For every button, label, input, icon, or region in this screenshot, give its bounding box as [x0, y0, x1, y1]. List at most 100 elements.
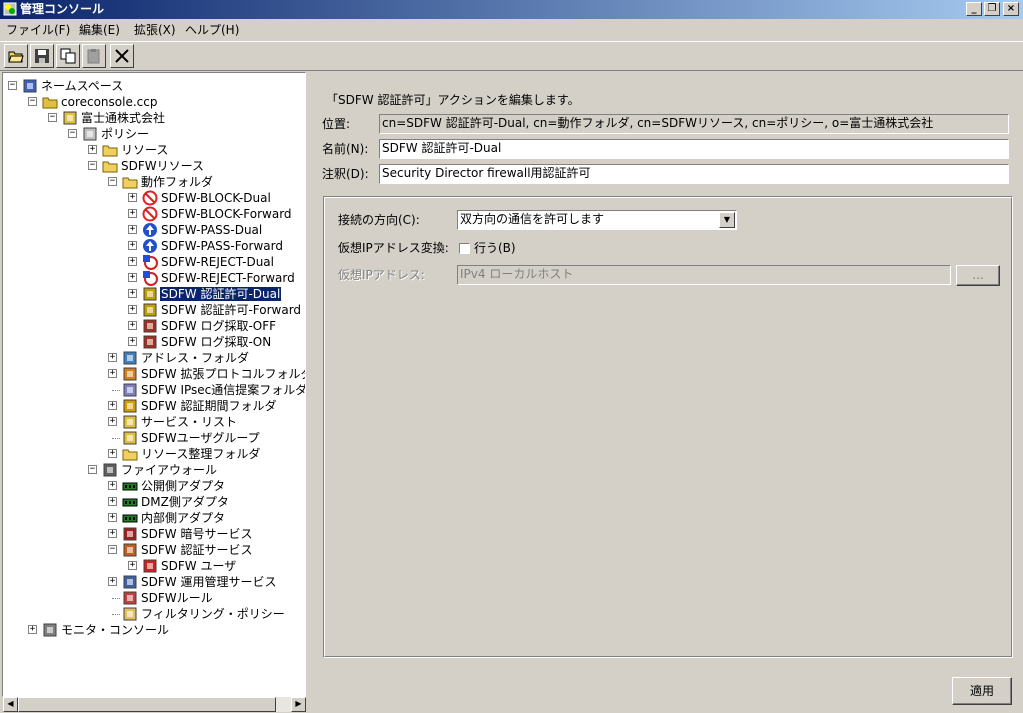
tree-node-label[interactable]: coreconsole.ccp: [60, 95, 158, 109]
tree-node-label[interactable]: SDFW 認証許可-Dual: [158, 286, 283, 302]
tree-node[interactable]: + SDFW ログ採取-ON: [3, 334, 303, 350]
tree-node-label[interactable]: リソース整理フォルダ: [140, 447, 261, 461]
expand-toggle-icon[interactable]: +: [128, 305, 137, 314]
tree-node[interactable]: + SDFW-BLOCK-Forward: [3, 206, 303, 222]
collapse-toggle-icon[interactable]: −: [88, 465, 97, 474]
tree-node[interactable]: SDFW IPsec通信提案フォルダ: [3, 382, 305, 398]
tree-node-label[interactable]: モニタ・コンソール: [60, 623, 170, 637]
tree-node-label[interactable]: リソース: [120, 143, 169, 157]
menu-help[interactable]: ヘルプ(H): [182, 22, 242, 38]
tree-node-label[interactable]: SDFWルール: [140, 591, 214, 605]
tree-node-label[interactable]: 富士通株式会社: [80, 111, 166, 125]
expand-toggle-icon[interactable]: +: [28, 625, 37, 634]
vip-conversion-checkbox[interactable]: [459, 243, 470, 254]
copy-button[interactable]: [56, 44, 80, 68]
expand-toggle-icon[interactable]: +: [108, 353, 117, 362]
name-input[interactable]: SDFW 認証許可-Dual: [379, 139, 1009, 159]
expand-toggle-icon[interactable]: +: [128, 257, 137, 266]
tree-node[interactable]: + SDFW 運用管理サービス: [3, 574, 303, 590]
save-button[interactable]: [30, 44, 54, 68]
paste-button[interactable]: [82, 44, 106, 68]
tree-node[interactable]: − SDFW 認証サービス: [3, 542, 303, 558]
restore-button[interactable]: ❐: [984, 2, 1000, 16]
tree-node-label[interactable]: SDFWリソース: [120, 159, 205, 173]
tree-node-label[interactable]: SDFW ログ採取-ON: [160, 335, 272, 349]
tree-node-label[interactable]: 公開側アダプタ: [140, 479, 226, 493]
expand-toggle-icon[interactable]: +: [128, 289, 137, 298]
close-button[interactable]: ×: [1003, 2, 1019, 16]
tree-node[interactable]: − 富士通株式会社: [3, 110, 303, 126]
tree-node[interactable]: + モニタ・コンソール: [3, 622, 303, 638]
tree-node-label[interactable]: SDFWユーザグループ: [140, 431, 261, 445]
expand-toggle-icon[interactable]: +: [108, 369, 117, 378]
open-button[interactable]: [4, 44, 28, 68]
tree-node[interactable]: + SDFW 拡張プロトコルフォルダ: [3, 366, 305, 382]
collapse-toggle-icon[interactable]: −: [88, 161, 97, 170]
tree-node-label[interactable]: SDFW-PASS-Forward: [160, 239, 284, 253]
tree-node[interactable]: + DMZ側アダプタ: [3, 494, 303, 510]
collapse-toggle-icon[interactable]: −: [108, 177, 117, 186]
tree-node-label[interactable]: SDFW 認証許可-Forward: [160, 303, 302, 317]
tree-node-label[interactable]: SDFW-BLOCK-Dual: [160, 191, 272, 205]
expand-toggle-icon[interactable]: +: [108, 577, 117, 586]
tree-horizontal-scrollbar[interactable]: ◀ ▶: [3, 697, 306, 712]
tree-node-label[interactable]: サービス・リスト: [140, 415, 238, 429]
apply-button[interactable]: 適用: [952, 677, 1012, 705]
minimize-button[interactable]: _: [966, 2, 982, 16]
expand-toggle-icon[interactable]: +: [128, 337, 137, 346]
expand-toggle-icon[interactable]: +: [128, 225, 137, 234]
tree-node-label[interactable]: SDFW IPsec通信提案フォルダ: [140, 383, 305, 397]
expand-toggle-icon[interactable]: +: [108, 529, 117, 538]
namespace-tree[interactable]: − ネームスペース − coreconsole.ccp − 富士通株式会社 − ポリシー + リソ…: [2, 72, 306, 697]
expand-toggle-icon[interactable]: +: [128, 273, 137, 282]
collapse-toggle-icon[interactable]: −: [28, 97, 37, 106]
direction-select[interactable]: 双方向の通信を許可します: [457, 210, 737, 230]
collapse-toggle-icon[interactable]: −: [68, 129, 77, 138]
tree-node[interactable]: − ファイアウォール: [3, 462, 303, 478]
expand-toggle-icon[interactable]: +: [128, 321, 137, 330]
collapse-toggle-icon[interactable]: −: [8, 81, 17, 90]
tree-node-label[interactable]: 内部側アダプタ: [140, 511, 226, 525]
chevron-down-icon[interactable]: ▼: [719, 212, 735, 228]
note-input[interactable]: Security Director firewall用認証許可: [379, 164, 1009, 184]
expand-toggle-icon[interactable]: +: [108, 497, 117, 506]
tree-node[interactable]: + SDFW 暗号サービス: [3, 526, 303, 542]
tree-node[interactable]: + アドレス・フォルダ: [3, 350, 303, 366]
tree-node-label[interactable]: SDFW 運用管理サービス: [140, 575, 277, 589]
tree-node[interactable]: フィルタリング・ポリシー: [3, 606, 303, 622]
tree-node-label[interactable]: DMZ側アダプタ: [140, 495, 230, 509]
tree-node-label[interactable]: アドレス・フォルダ: [140, 351, 250, 365]
expand-toggle-icon[interactable]: +: [108, 401, 117, 410]
tree-node[interactable]: − 動作フォルダ: [3, 174, 303, 190]
tree-node-label[interactable]: SDFW 拡張プロトコルフォルダ: [140, 367, 305, 381]
expand-toggle-icon[interactable]: +: [108, 449, 117, 458]
tree-node[interactable]: + サービス・リスト: [3, 414, 303, 430]
tree-node[interactable]: − ネームスペース: [3, 78, 303, 94]
tree-node-label[interactable]: SDFW 認証サービス: [140, 543, 253, 557]
collapse-toggle-icon[interactable]: −: [48, 113, 57, 122]
scroll-thumb[interactable]: [18, 697, 276, 712]
tree-node-label[interactable]: ネームスペース: [40, 79, 124, 93]
tree-node[interactable]: SDFWユーザグループ: [3, 430, 303, 446]
tree-node[interactable]: + SDFW-REJECT-Dual: [3, 254, 303, 270]
tree-node[interactable]: + SDFW ログ採取-OFF: [3, 318, 303, 334]
expand-toggle-icon[interactable]: +: [128, 241, 137, 250]
tree-node-label[interactable]: SDFW ユーザ: [160, 559, 237, 573]
delete-button[interactable]: [110, 44, 134, 68]
expand-toggle-icon[interactable]: +: [128, 193, 137, 202]
tree-node[interactable]: + SDFW 認証許可-Dual: [3, 286, 303, 302]
scroll-right-button[interactable]: ▶: [291, 697, 306, 712]
tree-node-label[interactable]: SDFW ログ採取-OFF: [160, 319, 277, 333]
tree-node[interactable]: + SDFW ユーザ: [3, 558, 303, 574]
scroll-left-button[interactable]: ◀: [3, 697, 18, 712]
tree-node-label[interactable]: SDFW-BLOCK-Forward: [160, 207, 293, 221]
tree-node-label[interactable]: 動作フォルダ: [140, 175, 214, 189]
tree-node[interactable]: − ポリシー: [3, 126, 303, 142]
expand-toggle-icon[interactable]: +: [128, 561, 137, 570]
tree-node[interactable]: + SDFW-PASS-Dual: [3, 222, 303, 238]
tree-node-label[interactable]: ファイアウォール: [120, 463, 218, 477]
tree-node-label[interactable]: フィルタリング・ポリシー: [140, 607, 286, 621]
title-bar[interactable]: 管理コンソール _ ❐ ×: [0, 0, 1023, 19]
tree-node-label[interactable]: SDFW-PASS-Dual: [160, 223, 263, 237]
expand-toggle-icon[interactable]: +: [108, 481, 117, 490]
